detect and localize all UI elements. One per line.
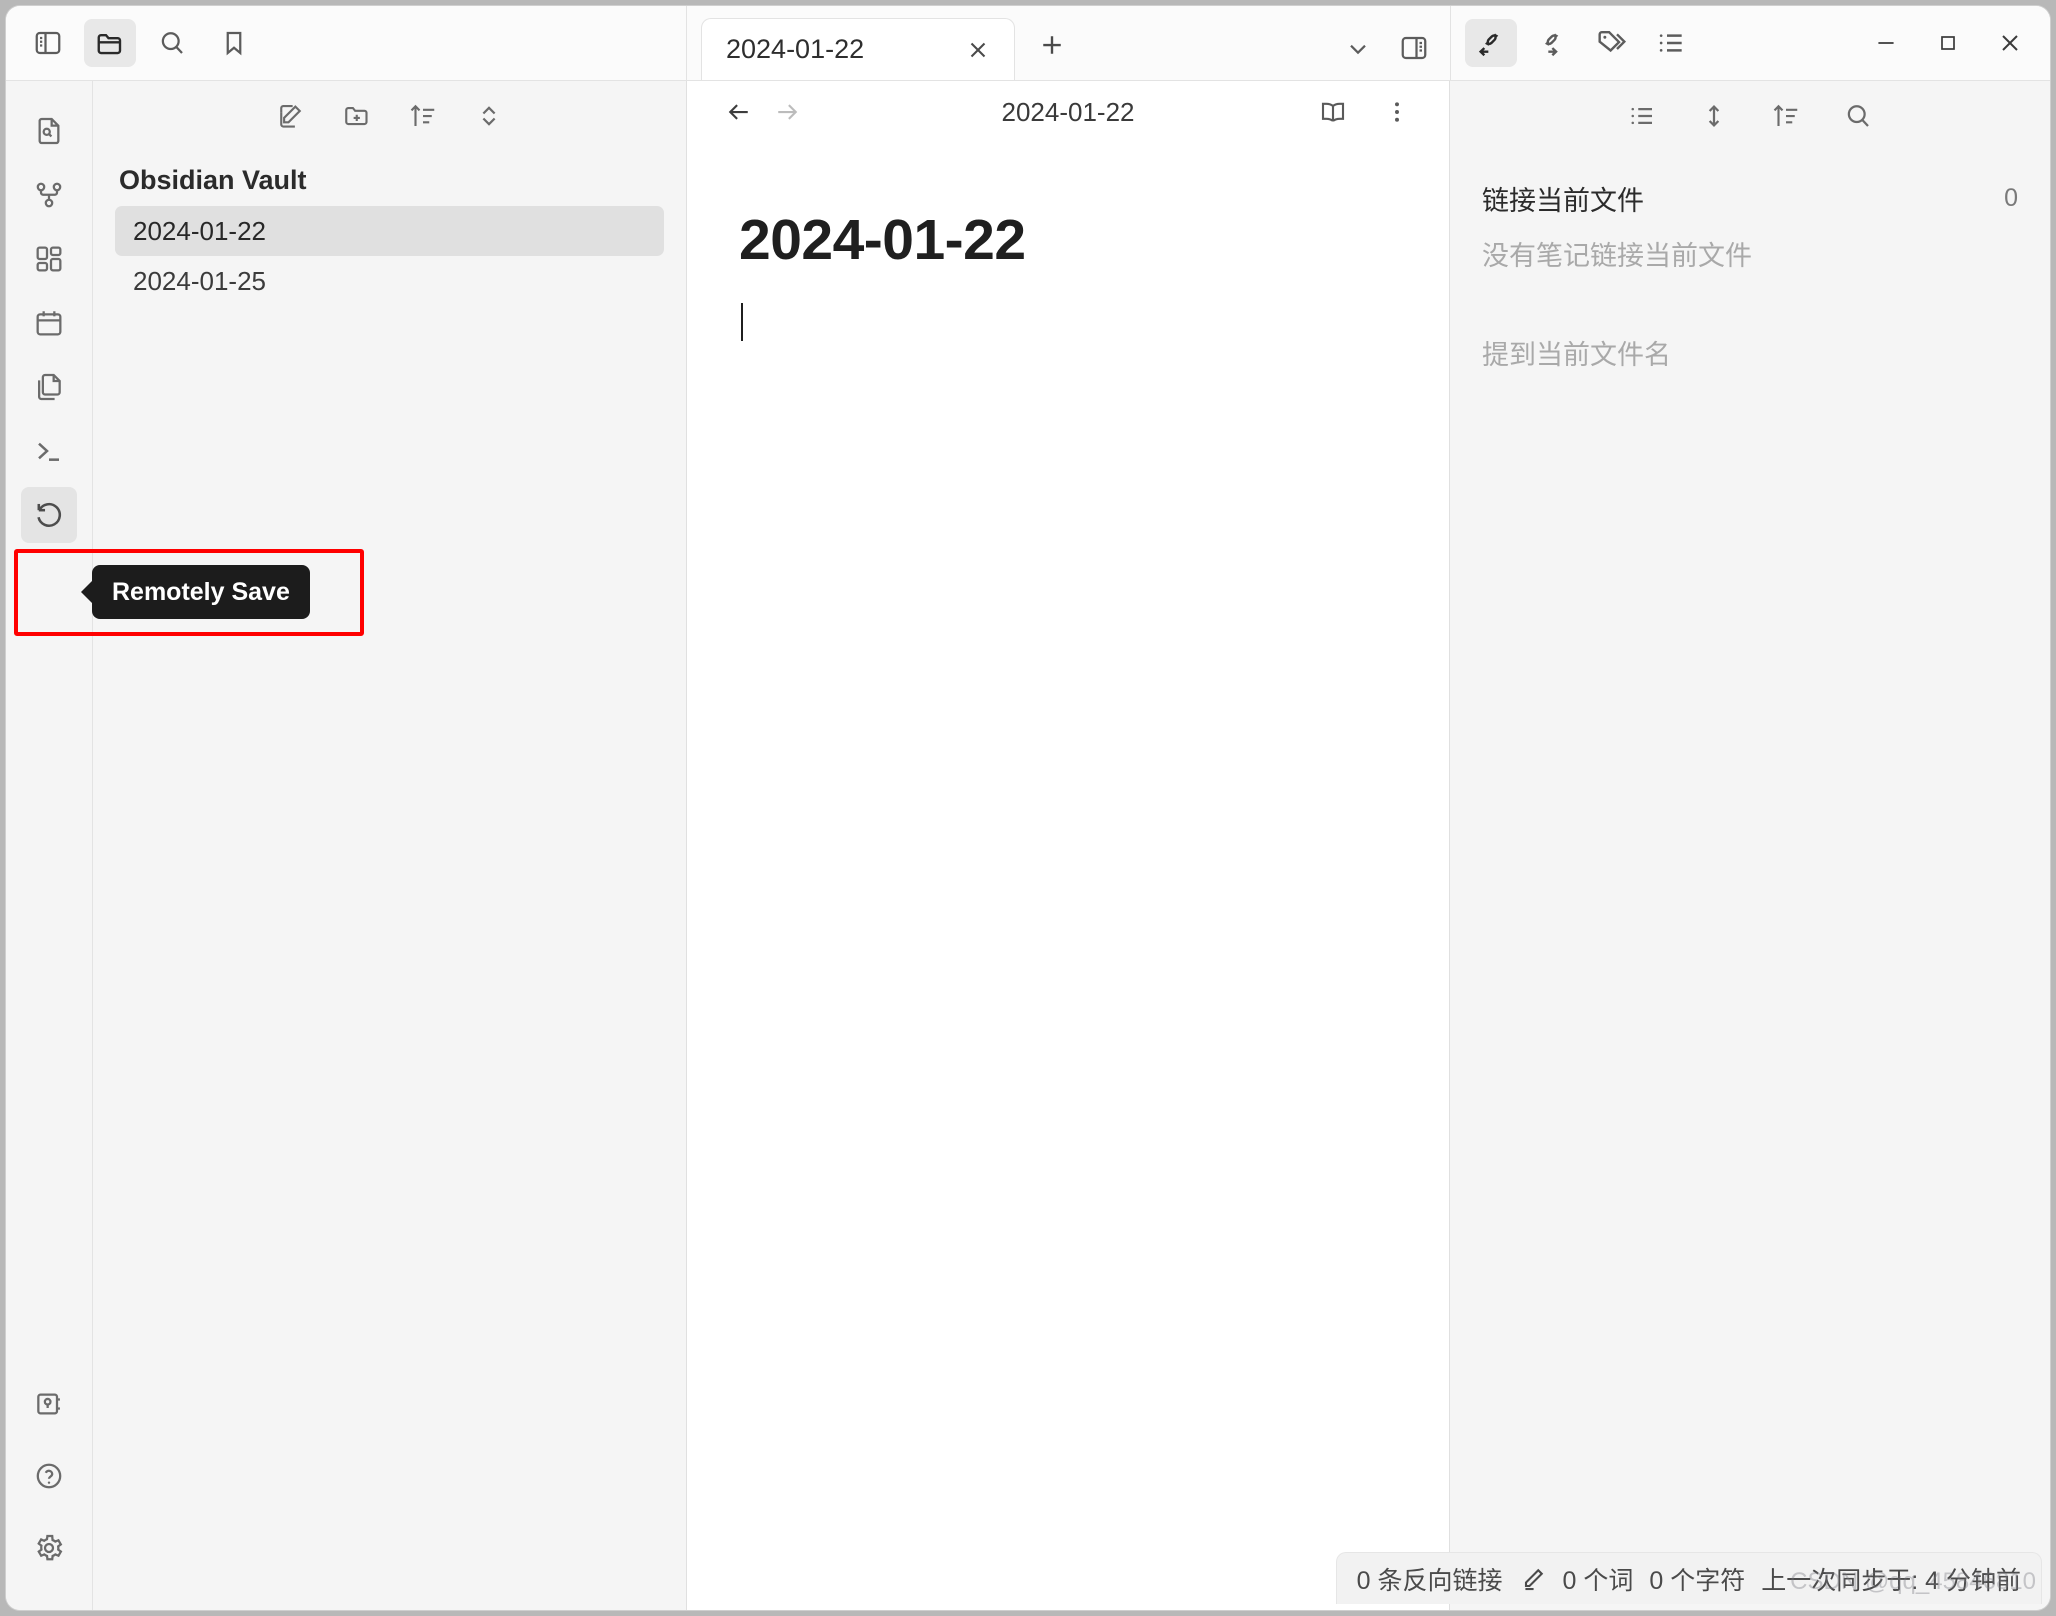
new-note-icon[interactable] [267,92,315,140]
folder-icon[interactable] [84,19,136,67]
tab-strip-right-group [1332,24,1450,72]
ribbon-help-icon[interactable] [21,1448,77,1504]
close-button[interactable] [1982,19,2038,67]
document-content[interactable]: 2024-01-22 [687,143,1449,341]
left-ribbon: Remotely Save [6,81,364,1610]
ribbon-settings-icon[interactable] [21,1520,77,1576]
outline-icon[interactable] [1645,19,1697,67]
ribbon-terminal-icon[interactable] [21,423,77,479]
title-bar: 2024-01-22 [6,6,2050,81]
search-backlinks-icon[interactable] [1834,92,1882,140]
collapse-expand-icon[interactable] [465,92,513,140]
collapse-results-icon[interactable] [1618,92,1666,140]
ribbon-tooltip: Remotely Save [92,565,310,619]
sort-order-icon[interactable] [399,92,447,140]
toggle-left-sidebar-icon[interactable] [22,19,74,67]
ribbon-canvas-icon[interactable] [21,231,77,287]
new-tab-button[interactable] [1027,20,1077,70]
maximize-button[interactable] [1920,19,1976,67]
status-char-count[interactable]: 0 个字符 [1649,1561,1745,1597]
tab-title: 2024-01-22 [726,34,865,64]
linked-mentions-count: 0 [2004,184,2018,212]
ribbon-daily-note-icon[interactable] [21,359,77,415]
navigate-forward-icon[interactable] [763,88,811,136]
file-item-2024-01-25[interactable]: 2024-01-25 [115,256,664,306]
ribbon-vault-switcher-icon[interactable] [21,1376,77,1432]
title-bar-left-group [6,6,687,80]
navigate-back-icon[interactable] [715,88,763,136]
new-folder-icon[interactable] [333,92,381,140]
status-last-sync[interactable]: 上一次同步于: 4 分钟前 [1761,1561,2021,1597]
ribbon-bottom-group [6,1376,92,1584]
file-explorer-panel: Obsidian Vault 2024-01-22 2024-01-25 [93,81,687,1610]
file-list: 2024-01-22 2024-01-25 [93,206,686,306]
backlinks-icon[interactable] [1465,19,1517,67]
file-item-2024-01-22[interactable]: 2024-01-22 [115,206,664,256]
linked-mentions-title: 链接当前文件 [1482,186,1644,216]
unlinked-mentions-title[interactable]: 提到当前文件名 [1450,273,2050,372]
tab-strip: 2024-01-22 [687,6,1450,80]
status-backlinks-count[interactable]: 0 条反向链接 [1357,1561,1503,1597]
show-more-context-icon[interactable] [1690,92,1738,140]
backlinks-toolbar [1450,81,2050,151]
bookmark-icon[interactable] [208,19,260,67]
ribbon-remotely-save-icon[interactable] [21,487,77,543]
linked-mentions-header[interactable]: 链接当前文件 0 [1450,151,2050,218]
tags-icon[interactable] [1585,19,1637,67]
tab-2024-01-22[interactable]: 2024-01-22 [701,18,1015,80]
app-body: Remotely Save Obsidian Vault 2024-01-22 … [6,81,2050,1610]
editor-header: 2024-01-22 [687,81,1449,143]
editor-panel: 2024-01-22 2024-01-22 [687,81,1450,1610]
search-icon[interactable] [146,19,198,67]
ribbon-calendar-icon[interactable] [21,295,77,351]
ribbon-quick-switcher-icon[interactable] [21,103,77,159]
document-heading: 2024-01-22 [739,208,1026,272]
editor-header-right-group [1309,88,1421,136]
close-tab-icon[interactable] [958,30,998,70]
linked-mentions-empty-text: 没有笔记链接当前文件 [1482,241,1752,271]
status-word-count[interactable]: 0 个词 [1563,1561,1634,1597]
title-bar-right-group [1450,6,2050,80]
vault-name: Obsidian Vault [119,165,307,195]
file-explorer-toolbar [93,81,686,151]
text-cursor [741,303,743,341]
outgoing-links-icon[interactable] [1525,19,1577,67]
chevron-down-icon[interactable] [1332,24,1384,72]
obsidian-window: 2024-01-22 Remotely Save Obsidian Vault … [6,6,2050,1610]
toggle-right-sidebar-icon[interactable] [1388,24,1440,72]
window-controls [1858,19,2050,67]
edit-mode-pencil-icon[interactable] [1519,1565,1547,1593]
status-bar: 0 条反向链接 0 个词 0 个字符 上一次同步于: 4 分钟前 [1335,1552,2042,1604]
change-sort-order-icon[interactable] [1762,92,1810,140]
reading-view-icon[interactable] [1309,88,1357,136]
more-options-icon[interactable] [1373,88,1421,136]
minimize-button[interactable] [1858,19,1914,67]
backlinks-panel: 链接当前文件 0 没有笔记链接当前文件 提到当前文件名 [1450,81,2050,1610]
ribbon-graph-view-icon[interactable] [21,167,77,223]
